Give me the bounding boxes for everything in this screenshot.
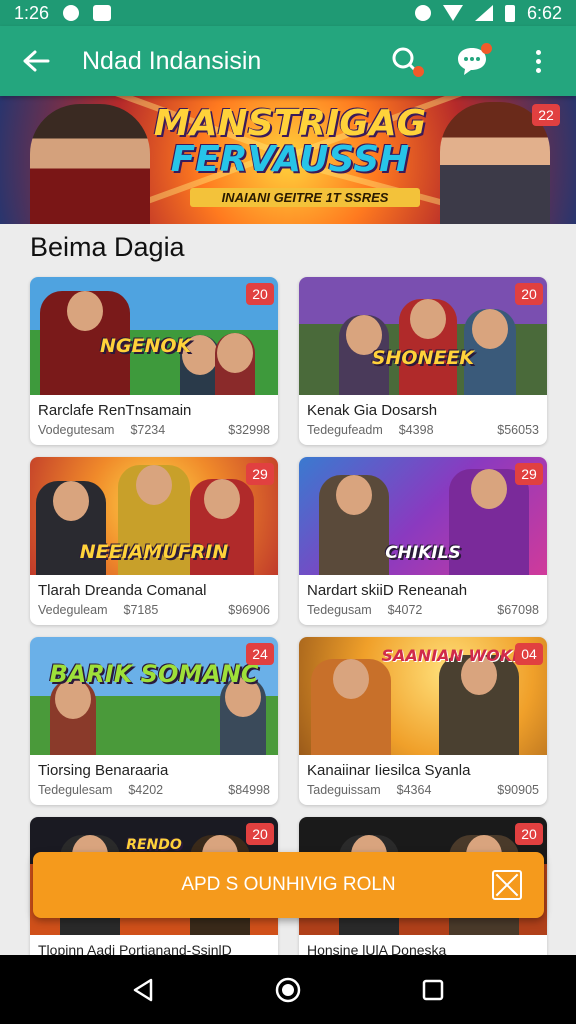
chat-notification-dot <box>481 43 492 54</box>
card-art-title: NEEIAMUFRIN <box>79 541 229 563</box>
card-seller: Tedegufeadm <box>307 423 383 437</box>
banner-badge: 22 <box>532 104 560 126</box>
card-name: Rarclafe RenTnsamain <box>38 402 192 419</box>
card-seller: Vodegutesam <box>38 423 115 437</box>
game-card[interactable]: NEEIAMUFRIN 29 Tlarah Dreanda Comanal Ve… <box>30 457 278 625</box>
card-total: $67098 <box>497 603 539 617</box>
card-name: Tlarah Dreanda Comanal <box>38 582 207 599</box>
banner-title-line1: MANSTRIGAG <box>153 103 427 144</box>
card-thumbnail: BARIK SOMANC <box>30 637 278 755</box>
card-price: $7234 <box>130 423 166 437</box>
square-recents-icon <box>423 979 444 1000</box>
status-wifi-icon <box>442 5 463 21</box>
card-art-title: RENDO <box>126 837 182 853</box>
card-art-title: NGENOK <box>100 335 192 357</box>
nav-home-button[interactable] <box>268 970 308 1010</box>
card-art-title: CHIKILS <box>385 543 461 563</box>
card-total: $84998 <box>228 783 270 797</box>
primary-action-button[interactable]: APD S OUNHIVIG ROLN <box>33 852 544 918</box>
game-card[interactable]: BARIK SOMANC 24 Tiorsing Benaraaria Tede… <box>30 637 278 805</box>
card-total: $56053 <box>497 423 539 437</box>
phone-screen: 1:26 6:62 Ndad Indansisin MANSTRIGAG FER… <box>0 0 576 1024</box>
card-name: Kanaiinar Iiesilca Syanla <box>307 762 471 779</box>
close-box-icon[interactable] <box>492 870 522 900</box>
nav-recents-button[interactable] <box>413 970 453 1010</box>
status-time-left: 1:26 <box>14 2 50 23</box>
card-badge: 29 <box>246 463 274 485</box>
primary-action-label: APD S OUNHIVIG ROLN <box>181 874 396 895</box>
section-title: Beima Dagia <box>30 232 185 262</box>
card-badge: 20 <box>515 283 543 305</box>
more-options-button[interactable] <box>518 41 558 81</box>
card-thumbnail: NGENOK <box>30 277 278 395</box>
chat-button[interactable] <box>452 41 492 81</box>
card-character-image <box>50 679 96 755</box>
card-name: Tiorsing Benaraaria <box>38 762 169 779</box>
card-art-title: BARIK SOMANC <box>49 660 259 688</box>
card-seller: Tedegusam <box>307 603 372 617</box>
card-price: $7185 <box>123 603 159 617</box>
back-arrow-icon[interactable] <box>18 43 54 79</box>
card-total: $90905 <box>497 783 539 797</box>
card-art-title: SHONEEK <box>371 347 475 369</box>
app-bar: Ndad Indansisin <box>0 26 576 96</box>
card-thumbnail: NEEIAMUFRIN <box>30 457 278 575</box>
nav-back-button[interactable] <box>123 970 163 1010</box>
card-art-title: SAANIAN WOKR <box>381 646 525 665</box>
card-badge: 24 <box>246 643 274 665</box>
more-vert-icon <box>535 49 541 73</box>
card-meta: Tedegusam $4072 $67098 <box>307 603 539 617</box>
card-seller: Vedeguleam <box>38 603 108 617</box>
search-notification-dot <box>413 66 424 77</box>
card-badge: 04 <box>515 643 543 665</box>
status-alarm-icon <box>414 5 431 21</box>
card-meta: Tadeguissam $4364 $90905 <box>307 783 539 797</box>
status-app-icon <box>63 5 80 21</box>
status-message-icon <box>93 5 112 21</box>
app-title: Ndad Indansisin <box>82 46 262 75</box>
card-character-image <box>311 659 391 755</box>
banner-title-line2: FERVAUSSH <box>170 139 410 180</box>
game-card[interactable]: SAANIAN WOKR 04 Kanaiinar Iiesilca Syanl… <box>299 637 547 805</box>
card-price: $4072 <box>387 603 423 617</box>
card-price: $4364 <box>396 783 432 797</box>
game-card[interactable]: SHONEEK 20 Kenak Gia Dosarsh Tedegufeadm… <box>299 277 547 445</box>
status-signal-icon <box>474 5 493 21</box>
card-thumbnail: SHONEEK <box>299 277 547 395</box>
system-nav-bar <box>0 955 576 1024</box>
search-button[interactable] <box>386 41 426 81</box>
card-name: Kenak Gia Dosarsh <box>307 402 438 419</box>
card-meta: Vedeguleam $7185 $96906 <box>38 603 270 617</box>
card-badge: 20 <box>246 283 274 305</box>
game-card[interactable]: CHIKILS 29 Nardart skiiD Reneanah Tedegu… <box>299 457 547 625</box>
banner-title: MANSTRIGAG FERVAUSSH <box>150 106 430 178</box>
banner-subtitle: INAIANI GEITRE 1T SSRES <box>190 188 420 207</box>
status-bar: 1:26 6:62 <box>0 0 576 26</box>
card-thumbnail: CHIKILS <box>299 457 547 575</box>
card-badge: 29 <box>515 463 543 485</box>
card-price: $4398 <box>398 423 434 437</box>
card-seller: Tedegulesam <box>38 783 113 797</box>
card-meta: Tedegulesam $4202 $84998 <box>38 783 270 797</box>
card-meta: Tedegufeadm $4398 $56053 <box>307 423 539 437</box>
card-total: $96906 <box>228 603 270 617</box>
circle-home-icon <box>275 977 301 1002</box>
promo-banner[interactable]: MANSTRIGAG FERVAUSSH INAIANI GEITRE 1T S… <box>0 96 576 224</box>
card-thumbnail: SAANIAN WOKR <box>299 637 547 755</box>
status-time-right: 6:62 <box>526 2 562 23</box>
card-badge: 20 <box>246 823 274 845</box>
card-character-image <box>439 655 519 755</box>
triangle-back-icon <box>133 978 152 1001</box>
card-total: $32998 <box>228 423 270 437</box>
banner-hero-left-image <box>30 104 150 224</box>
card-character-image <box>220 677 266 755</box>
card-meta: Vodegutesam $7234 $32998 <box>38 423 270 437</box>
game-card[interactable]: NGENOK 20 Rarclafe RenTnsamain Vodegutes… <box>30 277 278 445</box>
card-price: $4202 <box>128 783 164 797</box>
card-name: Nardart skiiD Reneanah <box>307 582 468 599</box>
card-badge: 20 <box>515 823 543 845</box>
card-seller: Tadeguissam <box>307 783 381 797</box>
status-battery-icon <box>504 4 515 22</box>
